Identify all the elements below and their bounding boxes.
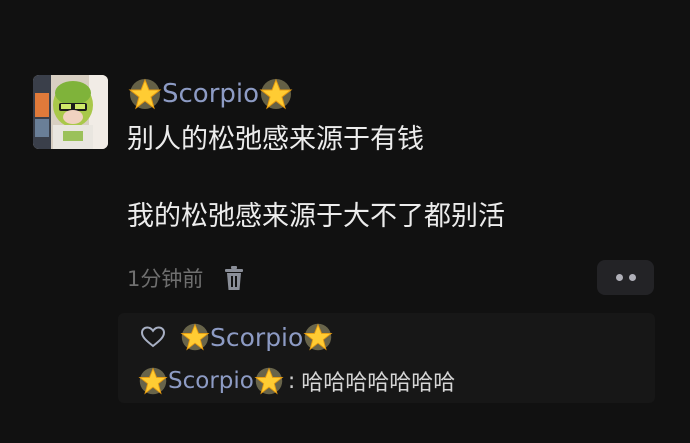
star-emoji-icon [138, 366, 168, 396]
more-dots-icon [628, 274, 636, 281]
reply-text: 哈哈哈哈哈哈哈 [301, 371, 456, 396]
reply-panel: Scorpio Scorpio: 哈哈哈哈哈哈哈 [118, 313, 655, 403]
liked-by-user[interactable]: Scorpio [180, 322, 333, 352]
more-dots-icon [615, 274, 623, 281]
reply-separator: : [287, 368, 296, 394]
star-emoji-icon [254, 366, 284, 396]
heart-outline-icon[interactable] [140, 325, 166, 349]
liked-by-username: Scorpio [210, 322, 304, 352]
reply-user[interactable]: Scorpio [138, 366, 284, 396]
avatar[interactable] [33, 75, 108, 149]
avatar-image [33, 75, 108, 149]
reply-username: Scorpio [168, 368, 254, 394]
comment-meta: 1分钟前 [127, 262, 245, 294]
star-emoji-icon [128, 77, 162, 111]
star-emoji-icon [259, 77, 293, 111]
comment-content: 别人的松弛感来源于有钱 我的松弛感来源于大不了都别活 [127, 120, 505, 237]
comment-content-line-1: 别人的松弛感来源于有钱 [127, 124, 424, 155]
trash-icon[interactable] [223, 265, 245, 291]
comment-username[interactable]: Scorpio [128, 76, 293, 112]
star-emoji-icon [303, 322, 333, 352]
comment-content-line-2: 我的松弛感来源于大不了都别活 [127, 201, 505, 232]
reply-item[interactable]: Scorpio : 哈哈哈哈哈哈哈 [138, 363, 455, 399]
comment-username-text: Scorpio [162, 79, 260, 109]
star-emoji-icon [180, 322, 210, 352]
comment-time: 1分钟前 [127, 267, 204, 291]
more-options-button[interactable] [597, 260, 654, 295]
like-row: Scorpio [140, 319, 333, 355]
